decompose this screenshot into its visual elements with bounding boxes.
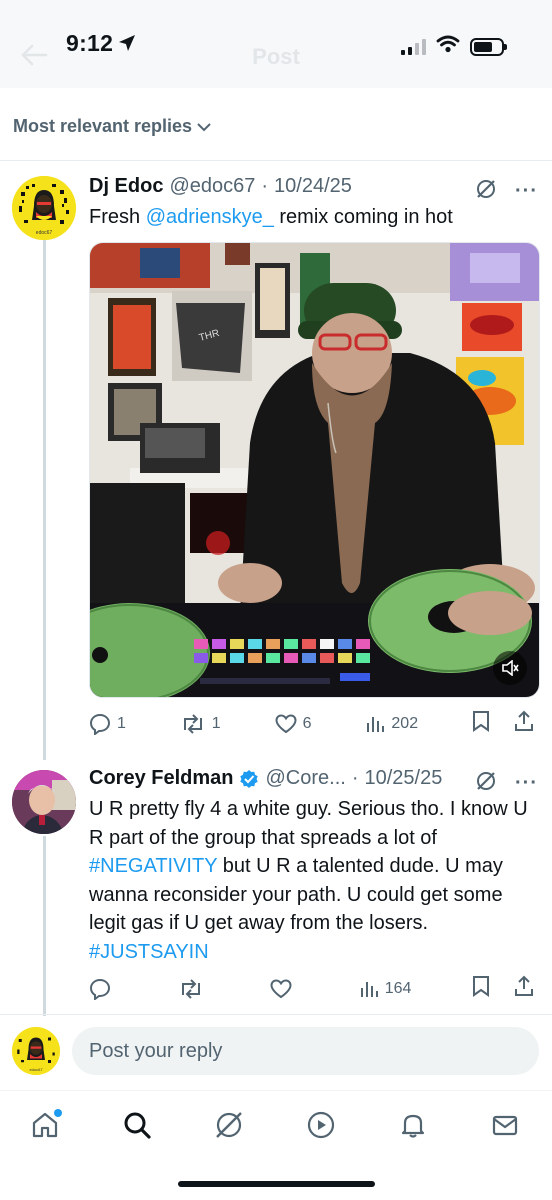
avatar[interactable]: edoc67	[12, 176, 76, 240]
separator-dot: ·	[261, 175, 269, 197]
chevron-down-icon	[197, 122, 211, 131]
grok-icon[interactable]	[475, 178, 497, 205]
tweet-text: U R pretty fly 4 a white guy. Serious th…	[89, 795, 539, 966]
heart-icon	[275, 713, 297, 733]
like-button[interactable]	[270, 978, 298, 999]
bookmark-icon[interactable]	[472, 710, 490, 737]
reply-input[interactable]	[72, 1027, 539, 1075]
thread-line	[43, 220, 46, 760]
tweet-header-actions: ···	[475, 178, 538, 205]
view-count: 164	[384, 979, 412, 997]
mute-button[interactable]	[493, 651, 527, 685]
reply-count: 1	[117, 714, 126, 732]
tab-notifications[interactable]	[390, 1105, 436, 1145]
tweet-text-part: remix coming in hot	[273, 206, 453, 228]
repost-icon	[183, 713, 202, 734]
tweet-actions-right	[472, 710, 534, 737]
status-indicators	[401, 35, 507, 58]
share-icon[interactable]	[514, 710, 534, 737]
views-button[interactable]: 202	[365, 714, 418, 734]
status-time: 9:12	[66, 30, 114, 56]
tweet-text-part: Fresh	[89, 206, 146, 228]
tweet-header: Corey Feldman @Core... · 10/25/25	[89, 767, 442, 790]
separator-dot: ·	[351, 767, 359, 789]
repost-button[interactable]	[178, 978, 210, 1000]
grok-icon[interactable]	[475, 770, 497, 797]
bookmark-icon[interactable]	[472, 975, 490, 1002]
hashtag-link[interactable]: #NEGATIVITY	[89, 855, 217, 877]
reply-button[interactable]	[89, 978, 117, 1000]
like-button[interactable]: 6	[275, 713, 312, 734]
mention-link[interactable]: @adrienskye_	[146, 206, 274, 228]
search-icon	[124, 1112, 151, 1139]
divider	[0, 160, 552, 161]
reply-icon	[89, 978, 111, 1000]
repost-icon	[181, 978, 200, 999]
tab-video[interactable]	[298, 1105, 344, 1145]
grok-icon	[216, 1112, 242, 1138]
verified-badge-icon	[240, 769, 259, 788]
avatar-caption: edoc67	[35, 230, 53, 236]
status-bar: Post 9:12	[0, 0, 552, 88]
hashtag-link[interactable]: #JUSTSAYIN	[89, 941, 209, 963]
tab-grok[interactable]	[206, 1105, 252, 1145]
share-icon[interactable]	[514, 975, 534, 1002]
cellular-signal-icon	[401, 38, 426, 55]
tweet-text: Fresh @adrienskye_ remix coming in hot	[89, 203, 539, 232]
sort-label: Most relevant replies	[13, 116, 193, 136]
tweet-video[interactable]: THR	[89, 242, 540, 698]
divider	[0, 1014, 552, 1015]
tweet-header-actions: ···	[475, 770, 538, 797]
tweet-header: Dj Edoc @edoc67 · 10/24/25	[89, 175, 352, 198]
more-options-icon[interactable]: ···	[515, 772, 538, 795]
tweet-actions: 164	[89, 975, 534, 1002]
reply-icon	[89, 713, 111, 735]
thread-line	[43, 836, 46, 1016]
location-arrow-icon	[118, 34, 136, 57]
post-date[interactable]: 10/25/25	[364, 767, 442, 790]
heart-icon	[270, 978, 292, 998]
user-handle[interactable]: @edoc67	[169, 175, 255, 198]
notification-dot	[54, 1109, 62, 1117]
tab-messages[interactable]	[482, 1105, 528, 1145]
views-chart-icon	[360, 981, 378, 997]
speaker-muted-icon	[502, 660, 519, 676]
views-button[interactable]: 164	[359, 979, 412, 999]
avatar[interactable]	[12, 770, 76, 834]
like-count: 6	[302, 714, 312, 732]
my-avatar[interactable]: edoc67	[12, 1027, 60, 1075]
view-count: 202	[391, 714, 419, 732]
avatar-caption: edoc67	[29, 1067, 43, 1072]
repost-count: 1	[211, 714, 221, 732]
display-name[interactable]: Corey Feldman	[89, 767, 233, 790]
home-indicator[interactable]	[178, 1181, 375, 1187]
tab-search[interactable]	[114, 1105, 160, 1145]
more-options-icon[interactable]: ···	[515, 180, 538, 203]
repost-button[interactable]: 1	[180, 713, 221, 735]
bell-icon	[401, 1114, 425, 1138]
mail-icon	[492, 1115, 518, 1136]
tweet-actions: 1 1 6 202	[89, 710, 534, 737]
reply-button[interactable]: 1	[89, 713, 126, 735]
tweet-text-part: U R pretty fly 4 a white guy. Serious th…	[89, 798, 528, 849]
tweet-actions-right	[472, 975, 534, 1002]
battery-icon	[470, 37, 507, 56]
play-icon	[307, 1111, 335, 1139]
user-handle[interactable]: @Core...	[265, 767, 345, 790]
views-chart-icon	[367, 716, 385, 732]
wifi-icon	[436, 35, 460, 58]
sort-dropdown[interactable]: Most relevant replies	[13, 116, 212, 137]
tab-home[interactable]	[22, 1105, 68, 1145]
post-date[interactable]: 10/24/25	[274, 175, 352, 198]
video-frame: THR	[90, 243, 539, 697]
display-name[interactable]: Dj Edoc	[89, 175, 163, 198]
